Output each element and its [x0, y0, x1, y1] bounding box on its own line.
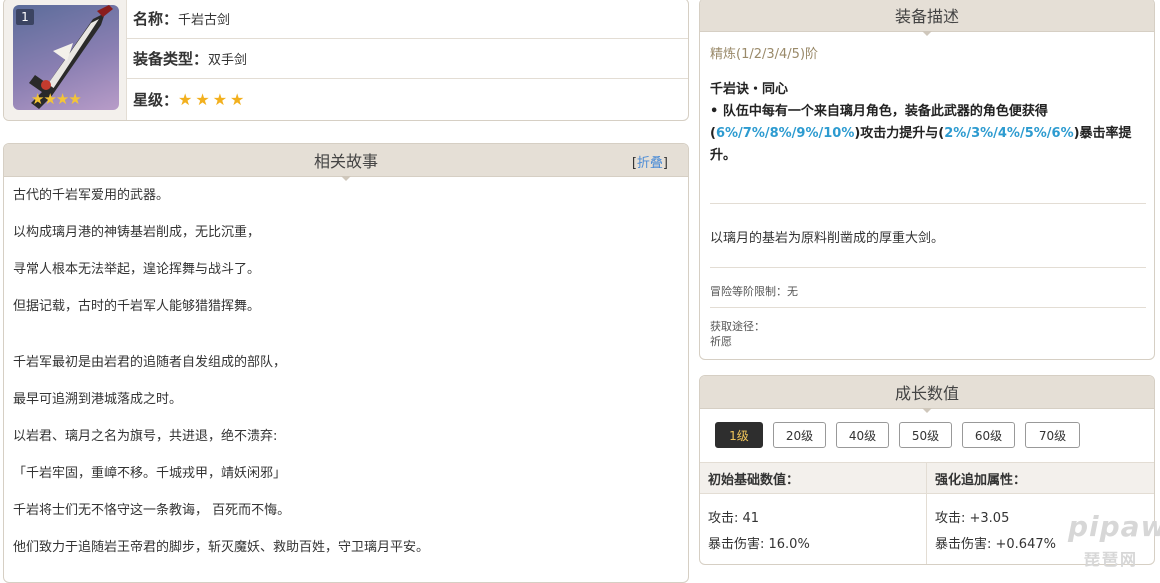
level-tab-50[interactable]: 50级: [899, 422, 952, 448]
name-value: 千岩古剑: [178, 13, 231, 28]
divider: [710, 267, 1146, 268]
type-label: 装备类型：: [133, 50, 209, 68]
star-icon: ★: [212, 89, 228, 109]
name-label: 名称：: [133, 10, 179, 28]
passive-effect: • 队伍中每有一个来自璃月角色，装备此武器的角色便获得(6%/7%/8%/9%/…: [710, 104, 1132, 163]
level-tabs: 1级 20级 40级 50级 60级 70级: [715, 422, 1080, 448]
base-crit-dmg: 暴击伤害: 16.0%: [708, 537, 810, 552]
refine-levels: 精炼(1/2/3/4/5)阶: [710, 47, 819, 62]
passive-description: 千岩诀・同心 • 队伍中每有一个来自璃月角色，装备此武器的角色便获得(6%/7%…: [710, 79, 1145, 167]
story-line: 「千岩牢固，重嶂不移。千城戎甲，靖妖闲邪」: [13, 466, 287, 481]
fold-link[interactable]: 折叠: [637, 156, 663, 171]
weapon-image-cell: 1 ★★★★: [4, 0, 127, 120]
weapon-image: 1 ★★★★: [13, 5, 119, 110]
passive-crit-values: 2%/3%/4%/5%/6%: [944, 126, 1074, 141]
star-icon: ★: [178, 89, 193, 109]
base-stats: 攻击: 41 暴击伤害: 16.0%: [708, 506, 810, 558]
base-atk: 攻击: 41: [708, 511, 760, 526]
level-tab-40[interactable]: 40级: [836, 422, 889, 448]
story-line: 但据记载，古时的千岩军人能够猎猎挥舞。: [13, 299, 261, 314]
story-line: 古代的千岩军爱用的武器。: [13, 188, 170, 203]
story-line: 以构成璃月港的神铸基岩削成，无比沉重，: [13, 225, 261, 240]
story-line: 以岩君、璃月之名为旗号，共进退，绝不溃弃:: [13, 429, 278, 444]
base-stats-header: 初始基础数值：: [700, 462, 927, 494]
story-line: 寻常人根本无法举起，遑论挥舞与战斗了。: [13, 262, 261, 277]
story-body: 古代的千岩军爱用的武器。以构成璃月港的神铸基岩削成，无比沉重， 寻常人根本无法举起…: [4, 177, 688, 582]
growth-header: 成长数值: [700, 376, 1154, 413]
image-star-rating: ★★★★: [31, 90, 82, 108]
story-line: 他们致力于追随岩王帝君的脚步，斩灭魔妖、救助百姓，守卫璃月平安。: [13, 540, 430, 555]
story-line: 千岩将士们无不恪守这一条教诲， 百死而不悔。: [13, 503, 291, 518]
flavor-text: 以璃月的基岩为原料削凿成的厚重大剑。: [710, 231, 945, 246]
story-header: 相关故事 [折叠]: [4, 144, 688, 181]
divider: [710, 203, 1146, 204]
source-value: 祈愿: [710, 335, 732, 348]
level-tab-70[interactable]: 70级: [1025, 422, 1080, 448]
bonus-stats-header: 强化追加属性：: [927, 462, 1154, 494]
star-icon: ★: [230, 89, 245, 109]
watermark-text: 琵琶网: [1084, 550, 1139, 569]
bonus-crit-dmg: 暴击伤害: +0.647%: [935, 537, 1056, 552]
type-row: 装备类型： 双手剑: [127, 39, 688, 79]
story-title: 相关故事: [313, 152, 378, 171]
growth-title: 成长数值: [894, 384, 959, 403]
equip-header: 装备描述: [700, 0, 1154, 36]
bonus-stats: 攻击: +3.05 暴击伤害: +0.647%: [935, 506, 1056, 558]
watermark-logo: pipaw: [1068, 510, 1160, 543]
level-tab-1[interactable]: 1级: [715, 422, 763, 448]
weapon-info-panel: 1 ★★★★ 名称： 千岩古剑 装备类型： 双手剑 星级： ★ ★ ★ ★: [3, 0, 689, 121]
bonus-atk: 攻击: +3.05: [935, 511, 1010, 526]
name-row: 名称： 千岩古剑: [127, 0, 688, 39]
source-label: 获取途径：: [710, 320, 765, 333]
star-rating: ★ ★ ★ ★: [178, 90, 247, 109]
level-limit: 冒险等阶限制：无: [710, 285, 798, 298]
passive-name: 千岩诀・同心: [710, 82, 789, 97]
level-tab-20[interactable]: 20级: [773, 422, 826, 448]
story-line: 最早可追溯到港城落成之时。: [13, 392, 183, 407]
type-value: 双手剑: [208, 53, 248, 68]
passive-atk-values: 6%/7%/8%/9%/10%: [715, 126, 855, 141]
star-icon: ★: [195, 89, 210, 109]
story-line: 千岩军最初是由岩君的追随者自发组成的部队，: [13, 355, 287, 370]
equip-title: 装备描述: [894, 7, 959, 26]
story-panel: 相关故事 [折叠] 古代的千岩军爱用的武器。以构成璃月港的神铸基岩削成，无比沉重…: [3, 143, 689, 583]
story-line: [13, 335, 679, 354]
source-info: 获取途径： 祈愿: [710, 319, 765, 349]
star-label: 星级：: [133, 90, 179, 109]
equip-description-panel: 装备描述 精炼(1/2/3/4/5)阶 千岩诀・同心 • 队伍中每有一个来自璃月…: [699, 0, 1155, 360]
column-divider: [926, 462, 927, 564]
divider: [710, 307, 1146, 308]
fold-toggle[interactable]: [折叠]: [632, 152, 668, 171]
level-tab-60[interactable]: 60级: [962, 422, 1015, 448]
star-row: 星级： ★ ★ ★ ★: [127, 79, 688, 119]
pipaw-watermark: pipaw 琵琶网: [1068, 510, 1160, 570]
rank-badge: 1: [16, 9, 34, 25]
